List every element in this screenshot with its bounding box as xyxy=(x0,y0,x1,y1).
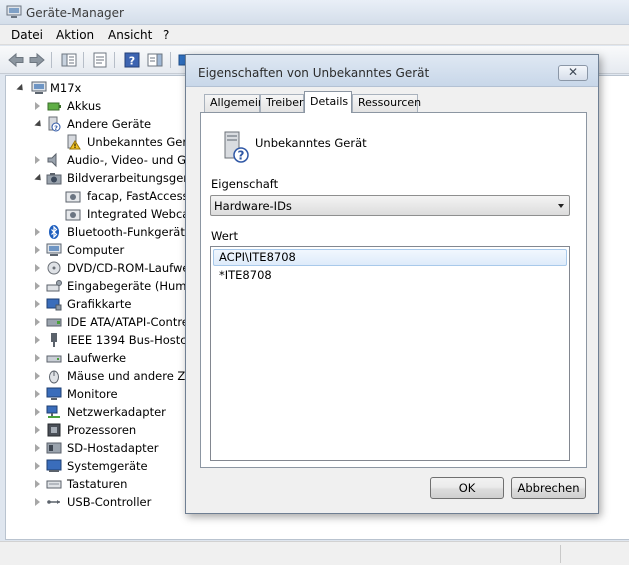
firewire-icon xyxy=(51,333,57,347)
properties-dialog: Eigenschaften von Unbekanntes Gerät ✕ Al… xyxy=(185,54,599,514)
list-item[interactable]: *ITE8708 xyxy=(213,267,567,284)
expand-arrow-icon[interactable] xyxy=(35,300,40,308)
expand-arrow-icon[interactable] xyxy=(35,462,40,470)
collapse-arrow-icon[interactable] xyxy=(16,83,26,94)
chevron-down-icon xyxy=(558,204,564,208)
expand-arrow-icon[interactable] xyxy=(35,408,40,416)
device-name: Unbekanntes Gerät xyxy=(255,136,367,150)
expand-arrow-icon[interactable] xyxy=(35,372,40,380)
status-bar xyxy=(0,541,629,565)
value-label: Wert xyxy=(211,229,239,243)
input-device-icon xyxy=(46,280,62,292)
webcam-icon xyxy=(65,209,81,221)
system-device-icon xyxy=(46,459,62,472)
svg-text:?: ? xyxy=(54,124,58,132)
menu-bar: Datei Aktion Ansicht ? xyxy=(0,25,629,45)
tree-root-label: M17x xyxy=(50,81,82,95)
menu-aktion[interactable]: Aktion xyxy=(56,28,94,42)
ide-controller-icon xyxy=(46,318,62,327)
window-title: Geräte-Manager xyxy=(26,6,124,20)
dialog-body: Allgemein Treiber Details Ressourcen ? U… xyxy=(191,88,593,510)
device-manager-icon xyxy=(6,5,22,18)
usb-icon xyxy=(47,500,60,504)
forward-arrow-icon[interactable] xyxy=(28,51,46,69)
show-hide-console-tree-icon[interactable] xyxy=(60,51,78,69)
bluetooth-icon xyxy=(49,225,59,239)
close-button[interactable]: ✕ xyxy=(558,65,588,81)
tab-allgemein[interactable]: Allgemein xyxy=(204,94,265,112)
network-adapter-icon xyxy=(46,405,60,418)
unknown-device-icon: ? xyxy=(48,116,61,132)
show-action-pane-icon[interactable] xyxy=(146,51,164,69)
tab-details[interactable]: Details xyxy=(304,91,352,113)
list-item[interactable]: ACPI\ITE8708 xyxy=(213,249,567,266)
display-adapter-icon xyxy=(46,298,62,311)
dialog-title: Eigenschaften von Unbekanntes Gerät xyxy=(198,66,430,80)
expand-arrow-icon[interactable] xyxy=(35,102,40,110)
expand-arrow-icon[interactable] xyxy=(35,354,40,362)
speaker-icon xyxy=(47,152,57,168)
tab-ressourcen[interactable]: Ressourcen xyxy=(352,94,421,112)
camera-icon xyxy=(46,173,62,185)
details-panel: ? Unbekanntes Gerät Eigenschaft Hardware… xyxy=(200,112,587,468)
monitor-icon xyxy=(46,387,62,400)
computer-icon xyxy=(31,81,47,94)
status-divider xyxy=(560,545,561,563)
expand-arrow-icon[interactable] xyxy=(35,156,40,164)
computer-icon xyxy=(46,243,62,256)
back-arrow-icon[interactable] xyxy=(7,51,25,69)
processor-icon xyxy=(47,423,61,437)
cancel-button[interactable]: Abbrechen xyxy=(511,477,586,499)
menu-datei[interactable]: Datei xyxy=(11,28,43,42)
unknown-device-icon: ? xyxy=(224,131,249,163)
sd-host-icon xyxy=(46,442,62,454)
property-select[interactable]: Hardware-IDs xyxy=(210,195,570,216)
close-icon: ✕ xyxy=(567,65,579,79)
expand-arrow-icon[interactable] xyxy=(35,426,40,434)
help-icon[interactable]: ? xyxy=(123,51,141,69)
expand-arrow-icon[interactable] xyxy=(35,444,40,452)
warning-device-icon xyxy=(67,134,81,150)
svg-text:?: ? xyxy=(129,55,135,68)
expand-arrow-icon[interactable] xyxy=(35,318,40,326)
menu-help[interactable]: ? xyxy=(163,28,169,42)
expand-arrow-icon[interactable] xyxy=(35,390,40,398)
dialog-titlebar[interactable]: Eigenschaften von Unbekanntes Gerät ✕ xyxy=(186,55,598,87)
disk-drive-icon xyxy=(46,355,62,363)
properties-icon[interactable] xyxy=(91,51,109,69)
expand-arrow-icon[interactable] xyxy=(35,282,40,290)
expand-arrow-icon[interactable] xyxy=(35,264,40,272)
ok-button[interactable]: OK xyxy=(430,477,504,499)
collapse-arrow-icon[interactable] xyxy=(34,173,44,184)
mouse-icon xyxy=(49,370,59,384)
tab-treiber[interactable]: Treiber xyxy=(260,94,304,112)
menu-ansicht[interactable]: Ansicht xyxy=(108,28,152,42)
expand-arrow-icon[interactable] xyxy=(35,246,40,254)
keyboard-icon xyxy=(46,480,62,489)
battery-icon xyxy=(47,102,61,111)
tree-root[interactable]: M17x xyxy=(16,79,197,97)
expand-arrow-icon[interactable] xyxy=(35,498,40,506)
expand-arrow-icon[interactable] xyxy=(35,336,40,344)
expand-arrow-icon[interactable] xyxy=(35,228,40,236)
value-list[interactable]: ACPI\ITE8708 *ITE8708 xyxy=(210,246,570,461)
webcam-icon xyxy=(65,191,81,203)
collapse-arrow-icon[interactable] xyxy=(34,119,44,130)
svg-text:?: ? xyxy=(238,149,245,163)
property-select-value: Hardware-IDs xyxy=(214,199,292,213)
dvd-drive-icon xyxy=(47,261,61,275)
property-label: Eigenschaft xyxy=(211,177,279,191)
window-titlebar[interactable]: Geräte-Manager xyxy=(0,0,629,25)
expand-arrow-icon[interactable] xyxy=(35,480,40,488)
